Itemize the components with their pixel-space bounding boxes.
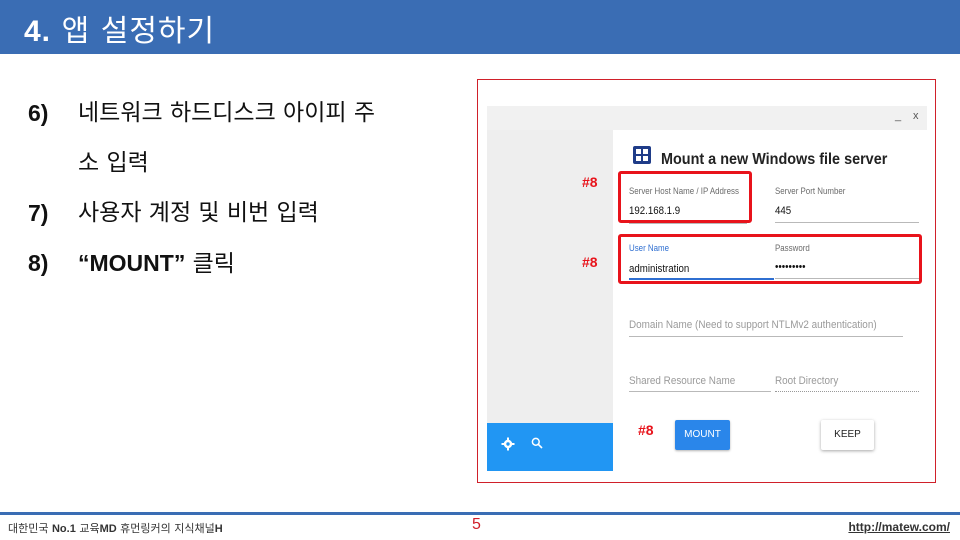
port-underline: [775, 222, 919, 223]
footer-text: 대한민국: [8, 522, 52, 535]
keep-button[interactable]: KEEP: [821, 420, 874, 450]
footer-link[interactable]: http://matew.com/: [848, 520, 950, 534]
step-number: 6): [28, 100, 49, 126]
footer-tagline: 대한민국 No.1 교육MD 휴먼링커의 지식채널H: [8, 520, 223, 536]
footer-text-bold: H: [214, 523, 223, 535]
mount-dialog: _ x Mount a new Windows file server Serv…: [487, 106, 927, 474]
search-icon[interactable]: [531, 437, 543, 453]
app-screenshot-frame: _ x Mount a new Windows file server Serv…: [477, 79, 936, 483]
step-number: 8): [28, 250, 49, 276]
gear-icon[interactable]: [501, 437, 515, 455]
step-marker: #8: [638, 422, 654, 438]
step-number: 7): [28, 200, 49, 226]
window-titlebar: _ x: [487, 106, 927, 130]
footer-text-bold: MD: [99, 523, 117, 535]
footer-divider: [0, 512, 960, 515]
mount-button[interactable]: MOUNT: [675, 420, 730, 450]
dialog-heading: Mount a new Windows file server: [661, 151, 888, 168]
host-highlight-box: [618, 171, 752, 223]
close-button[interactable]: x: [913, 110, 919, 122]
footer-text-bold: No.1: [51, 523, 76, 535]
minimize-button[interactable]: _: [895, 110, 901, 122]
host-underline: [629, 223, 747, 224]
step-text: 네트워크 하드디스크 아이피 주: [78, 100, 376, 126]
slide-title: 4. 앱 설정하기: [24, 6, 215, 50]
shared-resource-underline: [629, 391, 771, 392]
credentials-highlight-box: [618, 234, 922, 284]
step-quoted-label: “MOUNT”: [78, 250, 186, 276]
windows-logo-icon: [633, 146, 651, 164]
port-label: Server Port Number: [775, 186, 846, 196]
shared-resource-input[interactable]: Shared Resource Name: [629, 375, 735, 387]
step-text: “MOUNT” 클릭: [28, 238, 448, 289]
step-7: 7) 사용자 계정 및 비번 입력: [28, 188, 448, 238]
slide-title-text: 앱 설정하기: [61, 14, 216, 49]
step-marker: #8: [582, 254, 598, 270]
step-8: 8) “MOUNT” 클릭: [28, 238, 448, 289]
step-list: 6) 네트워크 하드디스크 아이피 주 소 입력 7) 사용자 계정 및 비번 …: [28, 88, 448, 289]
footer-text: 교육: [75, 522, 100, 535]
page-number: 5: [472, 516, 481, 533]
slide-title-bar: 4. 앱 설정하기: [0, 0, 960, 54]
step-text-continuation: 소 입력: [78, 150, 149, 176]
step-6: 6) 네트워크 하드디스크 아이피 주 소 입력: [28, 88, 448, 188]
domain-underline: [629, 336, 903, 337]
slide-title-number: 4.: [24, 15, 52, 48]
root-directory-input[interactable]: Root Directory: [775, 375, 838, 387]
domain-input[interactable]: Domain Name (Need to support NTLMv2 auth…: [629, 319, 877, 331]
root-directory-underline: [775, 391, 919, 392]
step-marker: #8: [582, 174, 598, 190]
footer-text: 휴먼링커의 지식채널: [116, 522, 215, 535]
step-text: 사용자 계정 및 비번 입력: [78, 200, 319, 226]
step-text-suffix: 클릭: [185, 251, 235, 277]
sidebar-toolbar: [487, 423, 613, 471]
port-input[interactable]: 445: [775, 205, 791, 217]
